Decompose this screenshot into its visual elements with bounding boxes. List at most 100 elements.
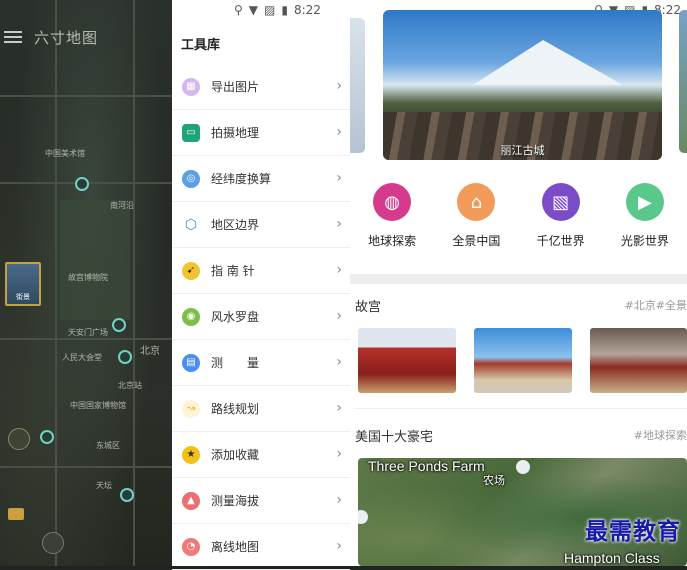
tool-compass[interactable]: ➹ 指 南 针 › <box>172 248 350 294</box>
map-place-label: 中国国家博物馆 <box>70 401 126 410</box>
altitude-icon: ▲ <box>182 491 200 510</box>
chevron-right-icon: › <box>336 308 342 324</box>
chevron-right-icon: › <box>336 446 342 462</box>
battery-icon: ▮ <box>281 3 288 17</box>
tool-offline-map[interactable]: ◔ 离线地图 › <box>172 524 350 570</box>
tool-label: 路线规划 <box>211 402 260 416</box>
compass-button[interactable] <box>8 428 30 450</box>
tool-label: 指 南 针 <box>211 264 255 278</box>
layer-button[interactable] <box>8 508 24 520</box>
aerial-bottom-label: Hampton Class <box>564 550 660 566</box>
tool-label: 导出图片 <box>211 80 260 94</box>
camera-geo-icon: ▭ <box>182 123 200 142</box>
measure-icon: ▤ <box>182 353 200 372</box>
map-road <box>55 0 57 566</box>
compass-icon: ➹ <box>182 261 200 280</box>
tool-region-boundary[interactable]: ⬡ 地区边界 › <box>172 202 350 248</box>
hamburger-menu-icon[interactable] <box>4 28 22 46</box>
satellite-map[interactable]: 六寸地图 中国美术馆 故宫博物院 天安门广场 北京 人民大会堂 北京站 天坛 南… <box>0 0 172 566</box>
wifi-icon: ▼ <box>248 3 259 17</box>
discover-page: ⚲ ▼ ▨ ▮ 8:22 丽江古城 ◍ 地球探索 ⌂ 全景中国 ▧ 千亿世界 ▶… <box>350 0 687 566</box>
star-icon: ★ <box>182 445 200 464</box>
chevron-right-icon: › <box>336 492 342 508</box>
tool-export-image[interactable]: ▦ 导出图片 › <box>172 64 350 110</box>
chevron-right-icon: › <box>336 216 342 232</box>
tv-icon: ▶ <box>625 183 664 221</box>
section-tag[interactable]: #北京#全景 <box>625 297 687 313</box>
category-label: 千亿世界 <box>536 234 585 248</box>
toolbox-title: 工具库 <box>181 38 221 53</box>
latlng-convert-icon: ◎ <box>182 169 200 188</box>
forbidden-city-photo-2[interactable] <box>474 328 572 393</box>
tool-label: 拍摄地理 <box>211 126 260 140</box>
boundary-icon: ⬡ <box>182 215 200 234</box>
banner-prev-card[interactable] <box>350 18 365 153</box>
tool-latlng-convert[interactable]: ◎ 经纬度换算 › <box>172 156 350 202</box>
watermark-logo: 最需教育 <box>585 518 681 545</box>
category-light-shadow[interactable]: ▶ 光影世界 <box>603 183 687 249</box>
map-road <box>0 466 172 468</box>
snow-mountain-image <box>473 40 623 85</box>
tool-measure[interactable]: ▤ 测 量 › <box>172 340 350 386</box>
map-place-label: 北京站 <box>118 381 142 390</box>
chevron-right-icon: › <box>336 124 342 140</box>
banner-card[interactable]: 丽江古城 <box>383 10 662 160</box>
chevron-right-icon: › <box>336 538 342 554</box>
map-place-label: 南河沿 <box>110 201 134 210</box>
street-view-thumbnail[interactable]: 街景 <box>5 262 41 306</box>
map-poi-pin[interactable] <box>40 430 54 444</box>
category-world-photos[interactable]: ▧ 千亿世界 <box>519 183 603 249</box>
map-poi-pin[interactable] <box>75 177 89 191</box>
location-icon: ⚲ <box>234 3 243 17</box>
tool-photo-geo[interactable]: ▭ 拍摄地理 › <box>172 110 350 156</box>
image-export-icon: ▦ <box>182 77 200 96</box>
aerial-place-label: Three Ponds Farm <box>368 458 485 474</box>
banner-next-card[interactable] <box>679 10 687 153</box>
world-photo-icon: ▧ <box>541 183 580 221</box>
panorama-china-icon: ⌂ <box>457 183 496 221</box>
street-view-label: 街景 <box>16 293 30 301</box>
tool-add-favorite[interactable]: ★ 添加收藏 › <box>172 432 350 478</box>
chevron-right-icon: › <box>336 354 342 370</box>
signal-icon: ▨ <box>264 3 276 17</box>
chevron-right-icon: › <box>336 400 342 416</box>
map-poi-pin[interactable] <box>118 350 132 364</box>
section-tag[interactable]: #地球探索 <box>634 427 687 443</box>
map-place-label: 东城区 <box>96 441 120 450</box>
section-title-mansions[interactable]: 美国十大豪宅 <box>355 426 433 445</box>
chevron-right-icon: › <box>336 262 342 278</box>
forbidden-city-photo-1[interactable] <box>358 328 456 393</box>
forbidden-city-photo-3[interactable] <box>590 328 687 393</box>
map-place-label: 天安门广场 <box>68 328 108 337</box>
map-poi-pin[interactable] <box>120 488 134 502</box>
map-poi-pin[interactable] <box>112 318 126 332</box>
map-place-label: 中国美术馆 <box>45 149 85 158</box>
map-road <box>0 95 172 97</box>
tool-label: 测量海拔 <box>211 494 260 508</box>
map-pin-icon <box>358 510 368 524</box>
tool-label: 地区边界 <box>211 218 260 232</box>
globe-icon: ◍ <box>373 183 412 221</box>
map-place-label: 北京 <box>140 346 160 357</box>
tool-measure-altitude[interactable]: ▲ 测量海拔 › <box>172 478 350 524</box>
category-panorama-china[interactable]: ⌂ 全景中国 <box>434 183 518 249</box>
tool-label: 离线地图 <box>211 540 260 554</box>
map-road <box>0 338 172 340</box>
fengshui-compass-icon: ◉ <box>182 307 200 326</box>
category-earth-explore[interactable]: ◍ 地球探索 <box>350 183 434 249</box>
locate-button[interactable] <box>42 532 64 554</box>
tool-route-plan[interactable]: ↝ 路线规划 › <box>172 386 350 432</box>
section-title-forbidden-city[interactable]: 故宫 <box>355 296 381 315</box>
divider <box>355 408 687 409</box>
category-row: ◍ 地球探索 ⌂ 全景中国 ▧ 千亿世界 ▶ 光影世界 <box>350 183 687 249</box>
tool-fengshui-compass[interactable]: ◉ 风水罗盘 › <box>172 294 350 340</box>
tool-label: 经纬度换算 <box>211 172 272 186</box>
map-place-label: 人民大会堂 <box>62 353 102 362</box>
map-place-label: 天坛 <box>96 481 112 490</box>
status-bar: ⚲ ▼ ▨ ▮ 8:22 <box>234 0 321 20</box>
toolbox-drawer: ⚲ ▼ ▨ ▮ 8:22 工具库 ▦ 导出图片 › ▭ 拍摄地理 › ◎ 经纬度… <box>172 0 350 570</box>
tool-label: 风水罗盘 <box>211 310 260 324</box>
tool-label: 测 量 <box>211 356 260 370</box>
offline-map-icon: ◔ <box>182 537 200 556</box>
map-road <box>133 0 135 566</box>
